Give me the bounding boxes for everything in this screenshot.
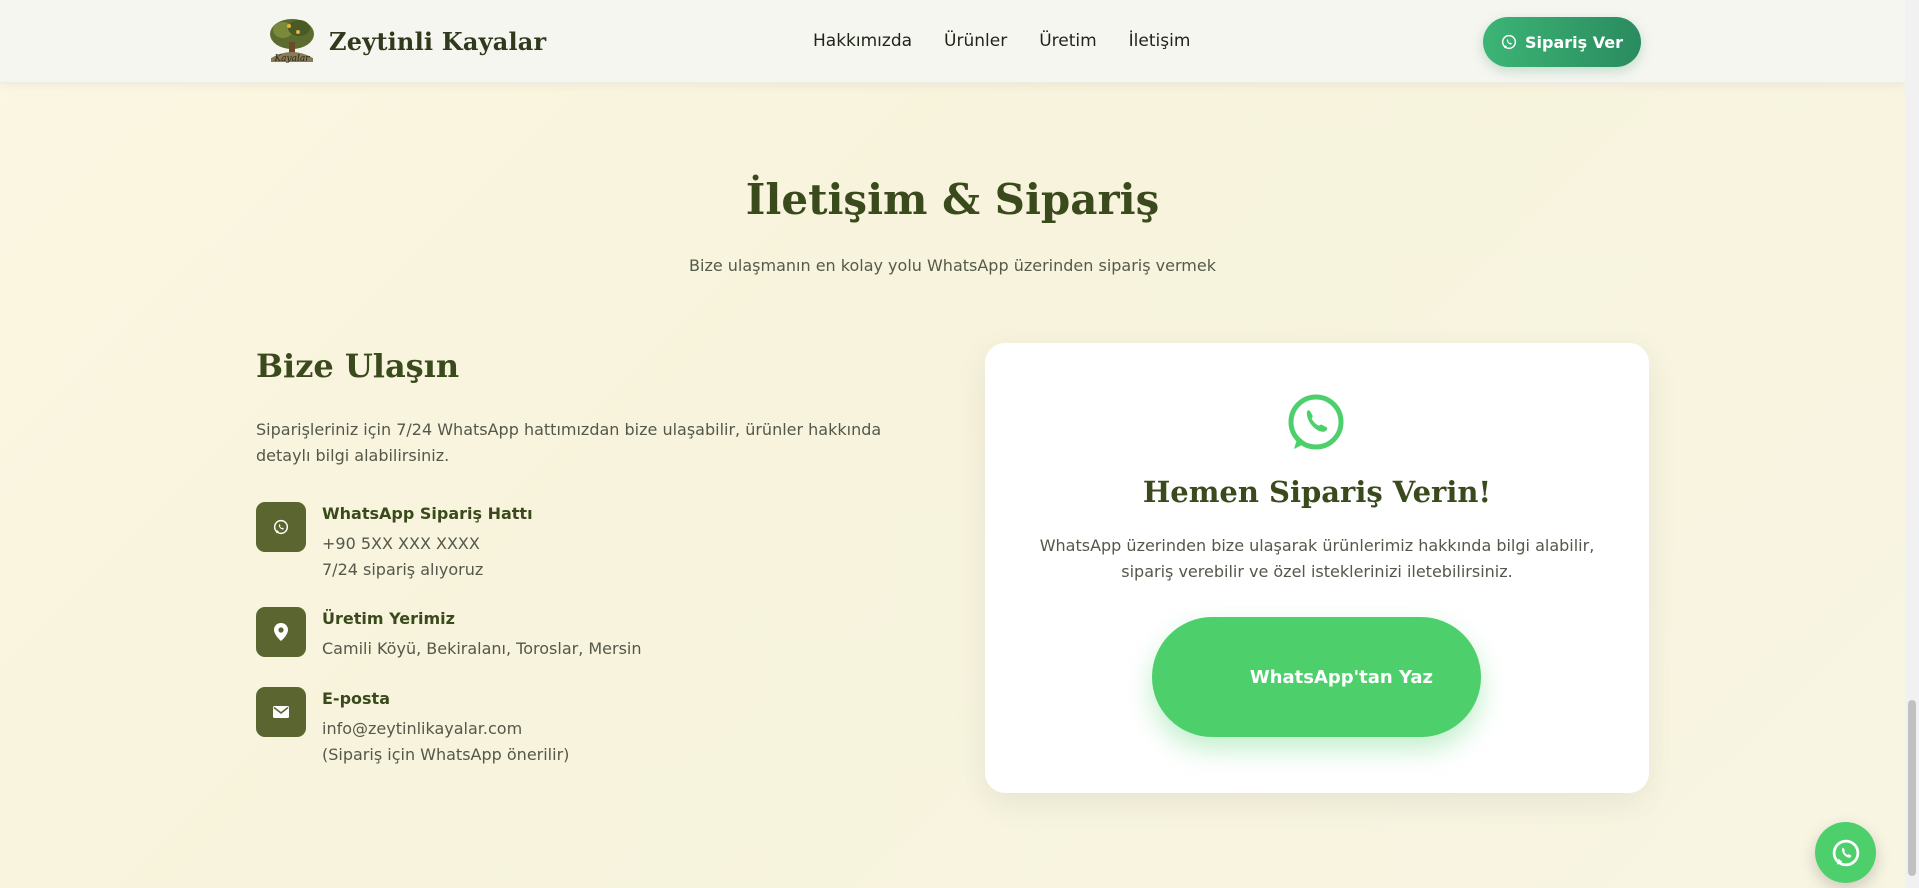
- order-button[interactable]: Sipariş Ver: [1483, 17, 1641, 67]
- whatsapp-write-button[interactable]: WhatsApp'tan Yaz: [1152, 617, 1481, 737]
- contact-item-note: 7/24 sipariş alıyoruz: [322, 560, 484, 579]
- nav-link-products[interactable]: Ürünler: [944, 31, 1007, 51]
- olive-tree-logo-icon: Kayalar: [270, 19, 314, 64]
- section-subtitle: Bize ulaşmanın en kolay yolu WhatsApp üz…: [689, 256, 1216, 275]
- page-scrollbar[interactable]: [1905, 0, 1919, 888]
- whatsapp-icon-box: [256, 502, 306, 552]
- contact-item-whatsapp: WhatsApp Sipariş Hattı +90 5XX XXX XXXX …: [256, 502, 533, 583]
- contact-item-email: E-posta info@zeytinlikayalar.com (Sipari…: [256, 687, 569, 768]
- contact-title: Bize Ulaşın: [256, 347, 460, 385]
- main-nav: Hakkımızda Ürünler Üretim İletişim: [813, 31, 1190, 51]
- scrollbar-thumb[interactable]: [1908, 700, 1916, 876]
- contact-item-location: Üretim Yerimiz Camili Köyü, Bekiralanı, …: [256, 607, 642, 662]
- card-title: Hemen Sipariş Verin!: [1142, 475, 1492, 509]
- nav-link-production[interactable]: Üretim: [1039, 31, 1096, 51]
- contact-item-title: WhatsApp Sipariş Hattı: [322, 504, 533, 523]
- brand-logo[interactable]: Kayalar Zeytinli Kayalar: [265, 16, 546, 66]
- svg-text:Kayalar: Kayalar: [273, 54, 310, 64]
- whatsapp-icon: [1501, 34, 1517, 50]
- whatsapp-icon: [1832, 839, 1859, 866]
- email-address[interactable]: info@zeytinlikayalar.com: [322, 716, 569, 742]
- contact-item-title: Üretim Yerimiz: [322, 609, 455, 628]
- floating-whatsapp-button[interactable]: [1815, 822, 1876, 883]
- address-text: Camili Köyü, Bekiralanı, Toroslar, Mersi…: [322, 639, 642, 658]
- site-header: Kayalar Zeytinli Kayalar Hakkımızda Ürün…: [0, 0, 1905, 83]
- section-title: İletişim & Sipariş: [745, 175, 1160, 224]
- envelope-icon: [273, 706, 289, 718]
- whatsapp-icon: [1288, 394, 1344, 450]
- contact-item-note: (Sipariş için WhatsApp önerilir): [322, 745, 570, 764]
- nav-link-contact[interactable]: İletişim: [1129, 31, 1191, 51]
- location-icon-box: [256, 607, 306, 657]
- card-text: WhatsApp üzerinden bize ulaşarak ürünler…: [1039, 536, 1595, 581]
- brand-name: Zeytinli Kayalar: [329, 26, 547, 56]
- nav-link-about[interactable]: Hakkımızda: [813, 31, 912, 51]
- location-pin-icon: [274, 623, 288, 641]
- order-button-label: Sipariş Ver: [1525, 32, 1623, 52]
- whatsapp-icon: [273, 519, 289, 535]
- email-icon-box: [256, 687, 306, 737]
- contact-description: Siparişleriniz için 7/24 WhatsApp hattım…: [256, 420, 882, 465]
- phone-number[interactable]: +90 5XX XXX XXXX: [322, 531, 533, 557]
- order-card: Hemen Sipariş Verin! WhatsApp üzerinden …: [985, 343, 1649, 793]
- contact-item-title: E-posta: [322, 689, 390, 708]
